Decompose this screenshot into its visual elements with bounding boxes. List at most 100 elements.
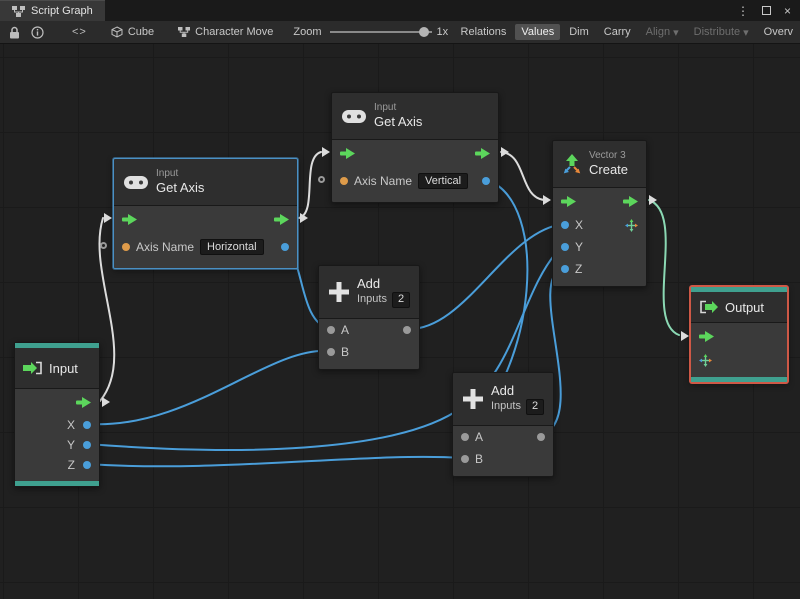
flow-in-port[interactable] bbox=[681, 331, 689, 341]
x-out-port[interactable] bbox=[83, 421, 91, 429]
flow-out-port[interactable] bbox=[102, 397, 110, 407]
maximize-icon[interactable] bbox=[761, 6, 771, 15]
node-add-bottom[interactable]: Add Inputs 2 A B bbox=[452, 372, 554, 477]
input-arrow-icon bbox=[23, 361, 43, 375]
script-graph-icon bbox=[12, 5, 25, 17]
x-in-port[interactable] bbox=[561, 221, 569, 229]
node-title: Get Axis bbox=[156, 180, 205, 196]
z-out-port[interactable] bbox=[83, 461, 91, 469]
menu-icon[interactable]: ⋮ bbox=[737, 4, 749, 18]
zoom-label: Zoom bbox=[293, 26, 322, 38]
node-add-top[interactable]: Add Inputs 2 A B bbox=[318, 265, 420, 370]
port-z-label: Z bbox=[575, 262, 583, 276]
axis-name-port[interactable] bbox=[340, 177, 348, 185]
node-get-axis-horizontal[interactable]: Input Get Axis Axis Name Horizontal bbox=[100, 158, 308, 269]
target-label: Cube bbox=[127, 26, 155, 38]
node-accent-strip bbox=[15, 481, 99, 486]
y-out-port[interactable] bbox=[83, 441, 91, 449]
port-y-label: Y bbox=[575, 240, 584, 254]
lock-icon[interactable] bbox=[9, 26, 20, 39]
node-graph-output[interactable]: Output bbox=[681, 286, 788, 383]
green-arrow-out-icon[interactable] bbox=[475, 147, 490, 159]
target-breadcrumb[interactable]: Cube bbox=[111, 26, 154, 38]
plus-icon bbox=[329, 282, 349, 302]
chevron-down-icon: ▾ bbox=[743, 26, 749, 39]
node-header[interactable]: Input bbox=[15, 348, 99, 388]
align-button[interactable]: Align ▾ bbox=[640, 24, 685, 41]
port-y-label: Y bbox=[66, 438, 75, 452]
green-arrow-out-icon[interactable] bbox=[623, 195, 638, 207]
node-category: Input bbox=[374, 101, 397, 113]
green-arrow-in-icon[interactable] bbox=[699, 330, 714, 342]
node-header[interactable]: Input Get Axis bbox=[114, 159, 297, 205]
vector-in-port-icon[interactable] bbox=[699, 353, 712, 367]
info-icon[interactable] bbox=[31, 25, 44, 39]
node-header[interactable]: Add Inputs 2 bbox=[453, 373, 553, 425]
node-graph-input[interactable]: Input X Y Z bbox=[14, 342, 110, 487]
sum-out-port[interactable] bbox=[403, 326, 411, 334]
code-icon[interactable]: <> bbox=[72, 26, 87, 38]
node-header[interactable]: Add Inputs 2 bbox=[319, 266, 419, 318]
input-b-port[interactable] bbox=[461, 455, 469, 463]
flow-in-port[interactable] bbox=[104, 213, 112, 223]
zoom-value: 1x bbox=[436, 26, 449, 38]
node-header[interactable]: Input Get Axis bbox=[332, 93, 498, 139]
graph-asset-icon bbox=[178, 27, 191, 37]
flow-out-port[interactable] bbox=[649, 195, 657, 205]
vector-out-port-icon[interactable] bbox=[625, 218, 638, 232]
green-arrow-in-icon[interactable] bbox=[122, 213, 137, 225]
cube-icon bbox=[111, 26, 123, 38]
plus-icon bbox=[463, 389, 483, 409]
chevron-down-icon: ▾ bbox=[673, 26, 679, 39]
node-vector3-create[interactable]: Vector 3 Create X Y Z bbox=[543, 140, 657, 287]
axis-name-label: Axis Name bbox=[136, 240, 195, 254]
node-title: Input bbox=[49, 360, 78, 376]
input-a-port[interactable] bbox=[461, 433, 469, 441]
green-arrow-in-icon[interactable] bbox=[561, 195, 576, 207]
flow-in-port[interactable] bbox=[322, 147, 330, 157]
flow-out-port[interactable] bbox=[300, 213, 308, 223]
unconnected-port[interactable] bbox=[100, 242, 107, 249]
axis-name-input[interactable]: Horizontal bbox=[200, 239, 264, 255]
port-b-label: B bbox=[475, 452, 484, 466]
node-get-axis-vertical[interactable]: Input Get Axis Axis Name Vertical bbox=[318, 92, 509, 203]
vector3-icon bbox=[563, 154, 581, 174]
input-a-port[interactable] bbox=[327, 326, 335, 334]
node-header[interactable]: Vector 3 Create bbox=[553, 141, 646, 187]
flow-out-port[interactable] bbox=[501, 147, 509, 157]
node-header[interactable]: Output bbox=[691, 292, 787, 322]
distribute-button[interactable]: Distribute ▾ bbox=[688, 24, 755, 41]
zoom-slider-track bbox=[329, 31, 432, 33]
zoom-slider-handle[interactable] bbox=[418, 27, 429, 37]
graph-breadcrumb[interactable]: Character Move bbox=[178, 26, 273, 38]
node-title: Output bbox=[725, 299, 765, 315]
toolbar-toggles: Relations Values Dim Carry Align ▾ Distr… bbox=[455, 24, 800, 41]
flow-in-port[interactable] bbox=[543, 195, 551, 205]
inputs-count-field[interactable]: 2 bbox=[525, 399, 545, 415]
zoom-slider[interactable] bbox=[329, 27, 432, 37]
result-out-port[interactable] bbox=[281, 243, 289, 251]
overview-button[interactable]: Overv bbox=[758, 24, 799, 40]
input-b-port[interactable] bbox=[327, 348, 335, 356]
green-arrow-out-icon[interactable] bbox=[76, 396, 91, 408]
green-arrow-out-icon[interactable] bbox=[274, 213, 289, 225]
graph-label: Character Move bbox=[195, 26, 274, 38]
result-out-port[interactable] bbox=[482, 177, 490, 185]
relations-button[interactable]: Relations bbox=[455, 24, 513, 40]
unconnected-port[interactable] bbox=[318, 176, 325, 183]
inputs-count-field[interactable]: 2 bbox=[391, 292, 411, 308]
axis-name-input[interactable]: Vertical bbox=[418, 173, 469, 189]
node-category: Input bbox=[156, 167, 179, 179]
y-in-port[interactable] bbox=[561, 243, 569, 251]
tab-script-graph[interactable]: Script Graph bbox=[0, 0, 105, 21]
axis-name-port[interactable] bbox=[122, 243, 130, 251]
z-in-port[interactable] bbox=[561, 265, 569, 273]
dim-button[interactable]: Dim bbox=[563, 24, 595, 40]
distribute-label: Distribute bbox=[693, 26, 741, 38]
carry-button[interactable]: Carry bbox=[598, 24, 637, 40]
sum-out-port[interactable] bbox=[537, 433, 545, 441]
tab-title: Script Graph bbox=[31, 5, 93, 17]
close-icon[interactable]: × bbox=[784, 4, 791, 18]
values-button[interactable]: Values bbox=[515, 24, 561, 40]
green-arrow-in-icon[interactable] bbox=[340, 147, 355, 159]
